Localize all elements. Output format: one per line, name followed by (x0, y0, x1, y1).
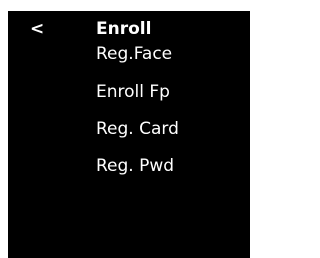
menu-item-reg-pwd[interactable]: Reg. Pwd (96, 148, 179, 185)
menu-item-enroll-fp[interactable]: Enroll Fp (96, 74, 179, 111)
page-title: Enroll (96, 19, 152, 39)
device-screen: < Enroll Reg.Face Enroll Fp Reg. Card Re… (0, 0, 258, 258)
menu-item-reg-face[interactable]: Reg.Face (96, 39, 179, 69)
enroll-menu: Reg.Face Enroll Fp Reg. Card Reg. Pwd (96, 44, 179, 185)
back-button[interactable]: < (30, 17, 50, 41)
menu-item-reg-card[interactable]: Reg. Card (96, 111, 179, 148)
lcd-display: < Enroll Reg.Face Enroll Fp Reg. Card Re… (8, 11, 250, 258)
